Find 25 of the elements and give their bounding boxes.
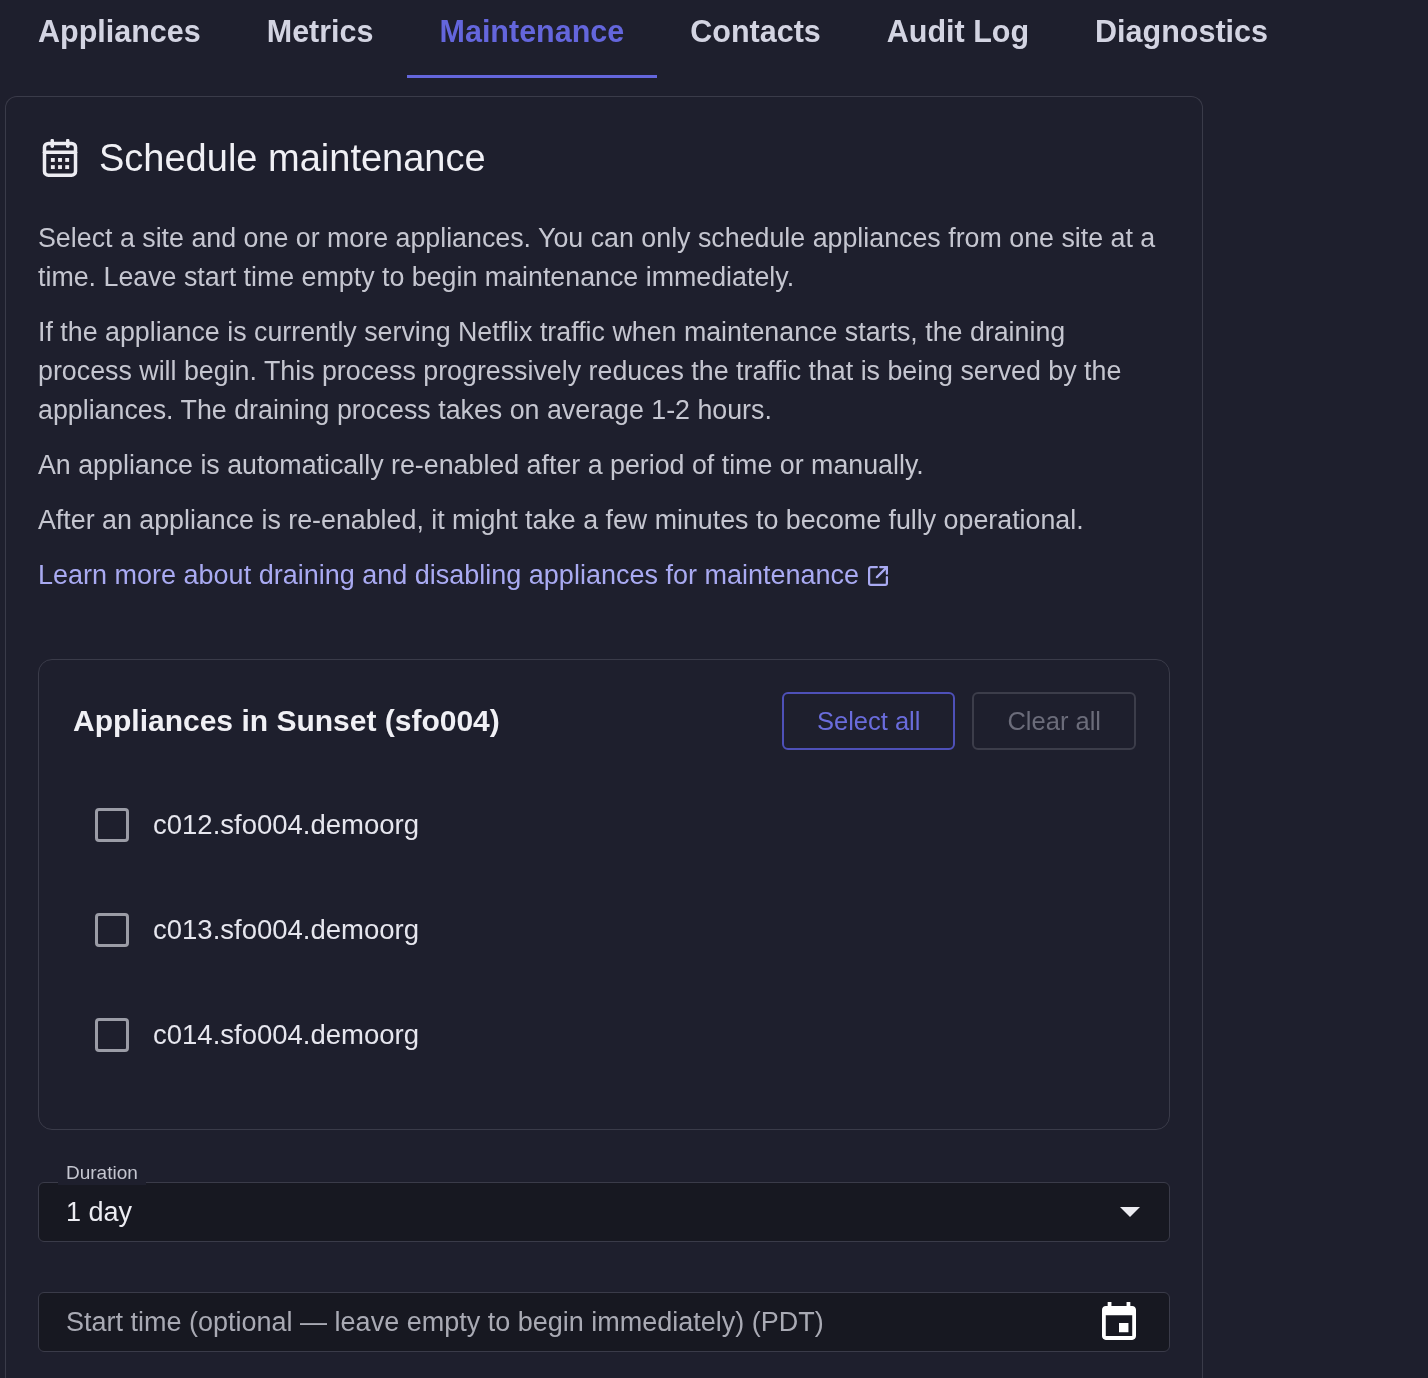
appliance-label: c013.sfo004.demoorg bbox=[153, 913, 420, 946]
tab[interactable]: Appliances bbox=[5, 0, 234, 78]
action-button[interactable]: Select all bbox=[781, 692, 956, 750]
start-time-field[interactable]: Start time (optional — leave empty to begin immediately) (PDT) bbox=[38, 1292, 1170, 1352]
checkbox[interactable] bbox=[95, 912, 129, 947]
description-text: An appliance is automatically re-enabled after a period of time or manually. bbox=[38, 449, 925, 482]
tab[interactable]: Metrics bbox=[233, 0, 407, 78]
description-text: After an appliance is re-enabled, it might take a few minutes to become fully operational. bbox=[38, 504, 1085, 537]
tab[interactable]: Diagnostics bbox=[1062, 0, 1301, 78]
learn-more-link[interactable]: Learn more about draining and disabling appliances for maintenance bbox=[38, 556, 889, 595]
appliance-label: c012.sfo004.demoorg bbox=[153, 808, 420, 841]
calendar-icon[interactable] bbox=[1102, 1302, 1136, 1340]
description-text: Select a site and one or more appliances. You can only schedule appliances from one site at a time. Leave start time empty to begin maintenance immediately. bbox=[38, 222, 1157, 294]
appliance-label: c014.sfo004.demoorg bbox=[153, 1018, 420, 1051]
caret-icon bbox=[1120, 1207, 1140, 1217]
description-text: If the appliance is currently serving Netflix traffic when maintenance starts, the draining process will begin. This process progressively reduces the traffic that is being served by the appliances. The draining process takes on average 1-2 hours. bbox=[38, 316, 1123, 427]
checkbox[interactable] bbox=[95, 1017, 129, 1052]
tab[interactable]: Audit Log bbox=[853, 0, 1063, 78]
section-title: Appliances in Sunset (sfo004) bbox=[73, 704, 500, 738]
checkbox[interactable] bbox=[95, 807, 129, 842]
tab[interactable]: Contacts bbox=[657, 0, 854, 78]
calendar-icon bbox=[42, 139, 78, 177]
external-link-icon bbox=[868, 565, 889, 586]
duration-select[interactable]: 1 day bbox=[38, 1182, 1170, 1242]
panel-title: Schedule maintenance bbox=[99, 136, 486, 180]
